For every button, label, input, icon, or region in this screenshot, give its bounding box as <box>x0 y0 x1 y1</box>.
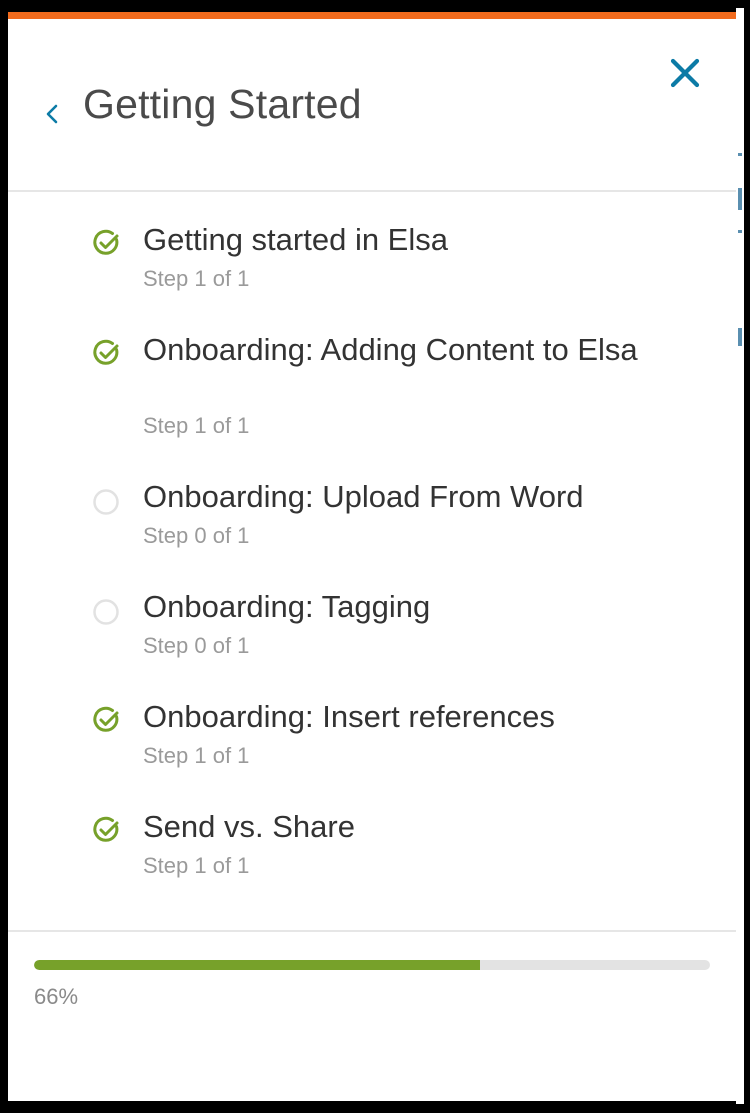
screenshot-frame: Getting Started Getting started in Elsa … <box>0 0 750 1113</box>
item-step: Step 1 of 1 <box>143 743 250 768</box>
background-app-edge <box>736 8 744 1104</box>
empty-circle-icon <box>93 599 119 625</box>
item-title: Send vs. Share <box>143 809 355 844</box>
progress-bar <box>34 960 710 970</box>
check-circle-icon <box>93 816 119 842</box>
check-circle-icon <box>93 706 119 732</box>
item-title: Onboarding: Adding Content to Elsa <box>143 332 638 367</box>
item-step: Step 1 of 1 <box>143 413 250 438</box>
getting-started-panel: Getting Started Getting started in Elsa … <box>8 12 736 1101</box>
back-button[interactable] <box>42 99 62 129</box>
item-title: Onboarding: Upload From Word <box>143 479 584 514</box>
topic-list: Getting started in Elsa Step 1 of 1 Onbo… <box>8 192 736 932</box>
panel-header: Getting Started <box>8 19 736 192</box>
item-step: Step 0 of 1 <box>143 523 250 548</box>
progress-label: 66% <box>34 984 79 1009</box>
item-title: Onboarding: Tagging <box>143 589 431 624</box>
item-step: Step 1 of 1 <box>143 266 250 291</box>
item-title: Onboarding: Insert references <box>143 699 555 734</box>
chevron-left-icon <box>46 104 58 124</box>
page-title: Getting Started <box>83 81 362 127</box>
check-circle-icon <box>93 229 119 255</box>
check-circle-icon <box>93 339 119 365</box>
close-button[interactable] <box>667 55 703 91</box>
item-step: Step 1 of 1 <box>143 853 250 878</box>
empty-circle-icon <box>93 489 119 515</box>
close-icon <box>670 58 700 88</box>
item-step: Step 0 of 1 <box>143 633 250 658</box>
item-title: Getting started in Elsa <box>143 222 448 257</box>
progress-bar-fill <box>34 960 481 970</box>
progress-footer: 66% <box>8 932 736 1103</box>
